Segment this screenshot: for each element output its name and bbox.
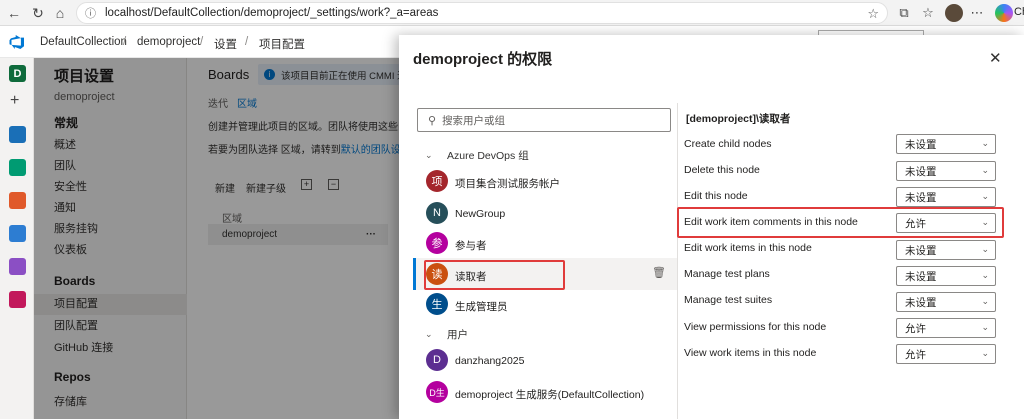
breadcrumb-collection[interactable]: DefaultCollection [40,36,127,48]
chevron-down-icon: ⌄ [425,329,433,339]
browser-toolbar: ← ↻ ⌂ ⓘ localhost/DefaultCollection/demo… [0,0,1024,26]
avatar: 项 [426,170,448,192]
panel-divider [677,103,678,419]
permissions-header: [demoproject]\读取者 [686,113,791,125]
permission-value: 未设置 [905,165,937,178]
chevron-down-icon: ⌄ [981,322,989,332]
breadcrumb-project[interactable]: demoproject [137,36,200,48]
left-nav-rail: D + [0,58,34,419]
favorites-icon[interactable]: ☆ [919,4,937,22]
azure-devops-logo-icon[interactable] [9,34,25,50]
artifacts-icon[interactable] [9,291,26,308]
group-label: 用户 [447,329,468,341]
identity-name[interactable]: NewGroup [455,208,505,220]
chevron-down-icon: ⌄ [981,348,989,358]
search-icon: ⚲ [428,114,437,127]
permission-value: 未设置 [905,191,937,204]
chevron-down-icon: ⌄ [981,244,989,254]
permission-select[interactable]: 未设置 ⌄ [896,134,996,154]
identity-name: 项目集合测试服务帐户 [455,178,560,190]
highlight-box [424,260,565,290]
add-icon[interactable]: + [10,92,19,110]
chevron-down-icon: ⌄ [981,270,989,280]
test-plans-icon[interactable] [9,258,26,275]
permission-label: Manage test plans [684,268,770,280]
extensions-icon[interactable]: ⧉ [895,4,913,22]
highlight-box [677,207,1004,238]
search-placeholder: 搜索用户或组 [442,114,506,127]
permissions-panel: demoproject 的权限 ✕ ⚲ 搜索用户或组 ⌄ Azure DevOp… [399,35,1024,419]
avatar: 生 [426,293,448,315]
repos-icon[interactable] [9,192,26,209]
chevron-down-icon: ⌄ [981,191,989,201]
breadcrumb-separator: / [245,36,249,48]
address-bar[interactable]: ⓘ localhost/DefaultCollection/demoprojec… [76,2,888,24]
permission-select[interactable]: 允许 ⌄ [896,318,996,338]
breadcrumb-separator: / [200,36,204,48]
permission-value: 未设置 [905,244,937,257]
overview-icon[interactable] [9,126,26,143]
permission-select[interactable]: 未设置 ⌄ [896,266,996,286]
identity-name[interactable]: danzhang2025 [455,355,525,367]
identity-name[interactable]: 生成管理员 [455,299,508,314]
favorite-star-icon[interactable]: ☆ [867,6,879,22]
close-icon[interactable]: ✕ [989,49,1002,67]
panel-title: demoproject 的权限 [413,51,553,68]
permission-value: 允许 [905,322,926,335]
permission-label: Delete this node [684,164,760,176]
boards-icon[interactable] [9,159,26,176]
permission-value: 允许 [905,348,926,361]
site-info-icon[interactable]: ⓘ [85,6,99,20]
trash-icon[interactable]: 🗑 [652,266,666,279]
avatar: 参 [426,232,448,254]
group-header-users[interactable]: ⌄ 用户 [425,327,468,342]
permission-label: View permissions for this node [684,321,827,333]
group-header-azure-devops[interactable]: ⌄ Azure DevOps 组 [425,148,529,163]
permission-label: Edit work items in this node [684,242,812,254]
copilot-icon[interactable] [995,4,1013,22]
permission-value: 未设置 [905,296,937,309]
identity-search-input[interactable]: ⚲ 搜索用户或组 [417,108,671,132]
chevron-down-icon: ⌄ [981,138,989,148]
permission-label: Edit this node [684,190,748,202]
permission-label: View work items in this node [684,347,817,359]
permission-select[interactable]: 允许 ⌄ [896,344,996,364]
url-text: localhost/DefaultCollection/demoproject/… [105,7,439,19]
group-label: Azure DevOps 组 [447,150,529,162]
refresh-icon[interactable]: ↻ [28,3,48,23]
permission-select[interactable]: 未设置 ⌄ [896,292,996,312]
permission-value: 未设置 [905,138,937,151]
avatar: D [426,349,448,371]
permission-select[interactable]: 未设置 ⌄ [896,187,996,207]
identity-name[interactable]: demoproject 生成服务(DefaultCollection) [455,387,644,402]
chevron-down-icon: ⌄ [981,165,989,175]
more-menu-icon[interactable]: ⋯ [968,4,986,22]
home-icon[interactable]: ⌂ [50,3,70,23]
pipelines-icon[interactable] [9,225,26,242]
permission-select[interactable]: 未设置 ⌄ [896,161,996,181]
permission-select[interactable]: 未设置 ⌄ [896,240,996,260]
chevron-down-icon: ⌄ [425,150,433,160]
profile-avatar[interactable] [945,4,963,22]
back-icon[interactable]: ← [4,3,24,23]
breadcrumb-separator: / [123,36,127,48]
copilot-label: Ch [1014,6,1024,18]
permission-label: Create child nodes [684,138,772,150]
permission-value: 未设置 [905,270,937,283]
permission-label: Manage test suites [684,294,773,306]
avatar: D生 [426,381,448,403]
breadcrumb-project-config[interactable]: 项目配置 [259,36,305,52]
identity-name[interactable]: 参与者 [455,238,487,253]
breadcrumb-settings[interactable]: 设置 [214,36,237,52]
chevron-down-icon: ⌄ [981,296,989,306]
org-avatar[interactable]: D [9,65,26,82]
avatar: N [426,202,448,224]
